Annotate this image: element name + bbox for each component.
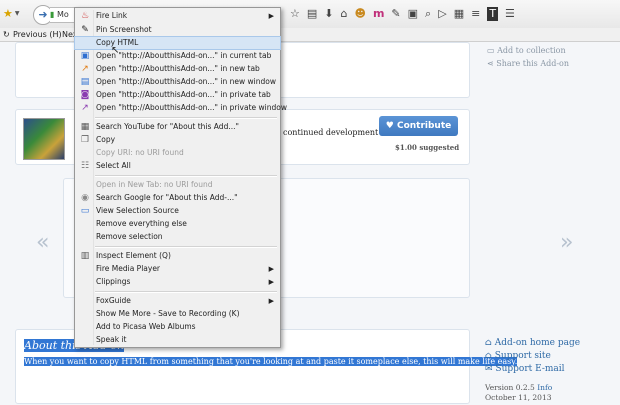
menu-separator — [95, 291, 277, 293]
reader-icon[interactable]: ▤ — [307, 7, 317, 21]
grid-icon[interactable]: ▦ — [454, 7, 464, 21]
submenu-arrow-icon: ▶ — [268, 265, 274, 273]
private-window-icon: ↗ — [81, 103, 89, 113]
select-all-icon: ☷ — [80, 161, 90, 171]
menu-item-speak-it[interactable]: Speak it — [75, 334, 280, 346]
version-date: October 11, 2013 — [485, 393, 552, 402]
list-icon[interactable]: ≡ — [471, 7, 480, 21]
about-description: When you want to copy HTML from somethin… — [24, 357, 518, 366]
contribute-button[interactable]: ♥ Contribute — [379, 116, 458, 136]
bookmark-star-icon[interactable]: ☆ — [290, 7, 300, 21]
add-to-collection-link[interactable]: ▭ Add to collection — [487, 46, 569, 55]
menu-item-open-new-tab[interactable]: ↗ Open "http://AboutthisAdd-on..." in ne… — [75, 63, 280, 75]
gallery-next-arrow[interactable]: » — [560, 230, 573, 255]
home-icon: ⌂ — [485, 351, 492, 361]
collection-links: ▭ Add to collection ⋖ Share this Add-on — [487, 46, 569, 68]
edit-icon[interactable]: ▣ — [408, 7, 418, 21]
submenu-arrow-icon: ▶ — [268, 297, 274, 305]
submenu-arrow-icon: ▶ — [268, 278, 274, 286]
toolbar-left: ★ ▼ — [3, 7, 20, 20]
menu-icon[interactable]: ☰ — [505, 7, 515, 21]
contribute-text: continued development — [283, 128, 379, 137]
play-icon[interactable]: ▷ — [438, 7, 446, 21]
menu-item-view-selection-source[interactable]: ▭ View Selection Source — [75, 205, 280, 217]
current-tab-icon: ▣ — [80, 51, 90, 61]
home-icon: ⌂ — [485, 338, 492, 348]
mouse-cursor-icon: ↖ — [111, 45, 120, 56]
note-icon[interactable]: ✎ — [391, 7, 400, 21]
copy-icon: ❐ — [80, 135, 90, 145]
menu-item-clippings[interactable]: Clippings ▶ — [75, 276, 280, 288]
menu-item-inspect-element[interactable]: ▥ Inspect Element (Q) — [75, 250, 280, 262]
menu-item-open-in-new-tab: Open in New Tab: no URI found — [96, 180, 213, 189]
suggested-amount: $1.00 suggested — [395, 143, 460, 152]
fire-link-icon: ♨ — [80, 11, 90, 21]
menu-item-search-youtube[interactable]: ▦ Search YouTube for "About this Add..." — [75, 121, 280, 133]
menu-item-fire-media-player[interactable]: Fire Media Player ▶ — [75, 263, 280, 275]
home-icon[interactable]: ⌂ — [341, 7, 348, 21]
menu-separator — [95, 246, 277, 248]
submenu-arrow-icon: ▶ — [268, 12, 274, 20]
private-tab-icon: ◙ — [80, 90, 90, 100]
inspect-icon: ▥ — [80, 251, 90, 261]
new-tab-icon: ↗ — [81, 64, 89, 74]
menu-item-fire-link[interactable]: ♨ Fire Link ▶ — [75, 10, 280, 22]
font-icon[interactable]: T — [487, 7, 499, 21]
menu-item-remove-everything-else[interactable]: Remove everything else — [75, 218, 280, 230]
pin-icon: ✎ — [81, 25, 89, 35]
menu-item-remove-selection[interactable]: Remove selection — [75, 231, 280, 243]
menu-item-copy-uri: Copy URI: no URI found — [96, 148, 184, 157]
source-icon: ▭ — [80, 206, 90, 216]
url-text: Mo — [56, 10, 69, 19]
google-icon: ◉ — [81, 193, 89, 203]
m-icon[interactable]: m — [373, 7, 384, 21]
previous-button[interactable]: Previous (H) — [13, 28, 62, 41]
star-menu-icon[interactable]: ★ — [3, 7, 13, 20]
share-link[interactable]: ⋖ Share this Add-on — [487, 59, 569, 68]
download-icon[interactable]: ⬇ — [324, 7, 333, 21]
support-links: ⌂ Add-on home page ⌂ Support site ✉ Supp… — [485, 338, 580, 405]
reload-icon[interactable]: ↻ — [3, 28, 10, 41]
home-page-link[interactable]: ⌂ Add-on home page — [485, 338, 580, 348]
menu-item-open-private-tab[interactable]: ◙ Open "http://AboutthisAdd-on..." in pr… — [75, 89, 280, 101]
menu-item-copy[interactable]: ❐ Copy — [75, 134, 280, 146]
heart-icon: ♥ — [385, 121, 394, 131]
gallery-prev-arrow[interactable]: « — [36, 230, 49, 255]
youtube-icon: ▦ — [80, 122, 90, 132]
menu-item-open-new-window[interactable]: ▤ Open "http://AboutthisAdd-on..." in ne… — [75, 76, 280, 88]
version-line: Version 0.2.5 Info — [485, 383, 553, 392]
box-icon: ▭ — [487, 46, 495, 55]
menu-item-search-google[interactable]: ◉ Search Google for "About this Add-..." — [75, 192, 280, 204]
menu-item-open-private-window[interactable]: ↗ Open "http://AboutthisAdd-on..." in pr… — [75, 102, 287, 114]
addon-thumbnail — [23, 118, 65, 160]
search-icon[interactable]: ⌕ — [425, 7, 431, 21]
lock-icon: ▮ — [50, 10, 55, 19]
menu-item-foxguide[interactable]: FoxGuide ▶ — [75, 295, 280, 307]
menu-separator — [95, 175, 277, 177]
addon-face-icon[interactable]: ☻ — [354, 7, 365, 21]
dropdown-arrow-icon[interactable]: ▼ — [15, 10, 20, 17]
menu-item-copy-html[interactable]: Copy HTML — [74, 36, 281, 50]
toolbar-icons: ☆ ▤ ⬇ ⌂ ☻ m ✎ ▣ ⌕ ▷ ▦ ≡ T ☰ — [290, 7, 515, 21]
version-info-link[interactable]: Info — [537, 383, 552, 392]
support-site-link[interactable]: ⌂ Support site — [485, 351, 580, 361]
menu-item-open-current-tab[interactable]: ▣ Open "http://AboutthisAdd-on..." in cu… — [75, 50, 280, 62]
support-email-link[interactable]: ✉ Support E-mail — [485, 364, 580, 374]
menu-separator — [95, 117, 277, 119]
new-window-icon: ▤ — [80, 77, 90, 87]
menu-item-add-to-picasa[interactable]: Add to Picasa Web Albums — [75, 321, 280, 333]
context-menu: ♨ Fire Link ▶ ✎ Pin Screenshot Copy HTML… — [74, 7, 287, 348]
share-icon: ⋖ — [487, 59, 494, 68]
menu-item-show-me-more[interactable]: Show Me More - Save to Recording (K) — [75, 308, 280, 320]
menu-item-pin-screenshot[interactable]: ✎ Pin Screenshot — [75, 24, 280, 36]
menu-item-select-all[interactable]: ☷ Select All — [75, 160, 280, 172]
mail-icon: ✉ — [485, 364, 493, 374]
